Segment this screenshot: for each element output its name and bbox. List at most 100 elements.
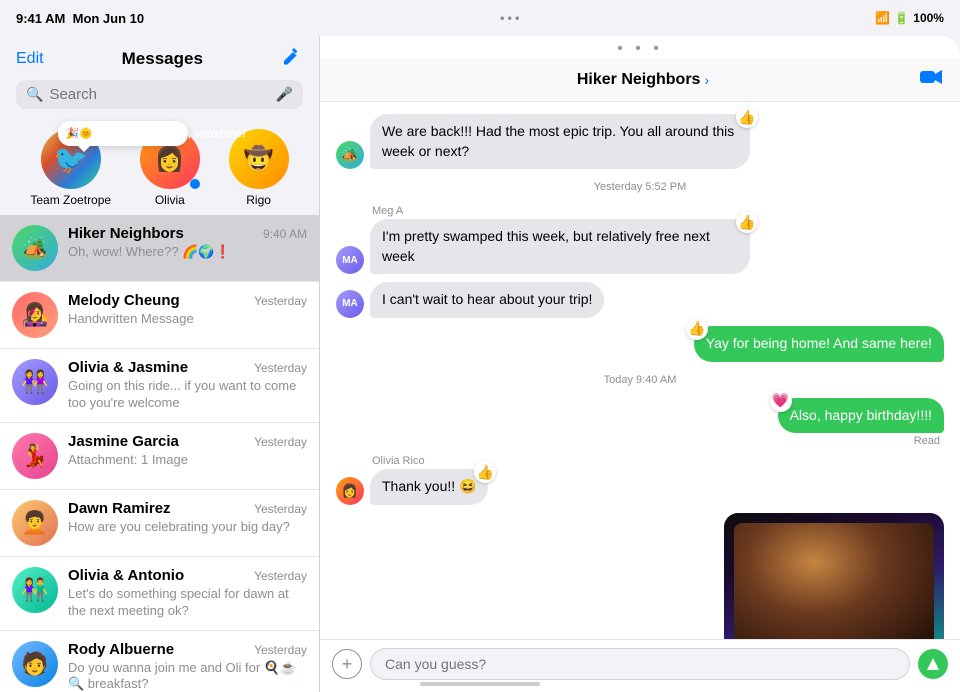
search-bar[interactable]: 🔍 🎤 — [16, 80, 303, 109]
conv-time-rody: Yesterday — [254, 643, 307, 657]
conv-name-olivia-a: Olivia & Antonio — [68, 567, 184, 584]
conv-avatar-olivia-j: 👭 — [12, 359, 58, 405]
msg-avatar-group: 🏕️ — [336, 141, 364, 169]
conv-avatar-hiker: 🏕️ — [12, 225, 58, 271]
search-icon: 🔍 — [26, 86, 43, 103]
conversation-item-jasmine[interactable]: 💃 Jasmine Garcia Yesterday Attachment: 1… — [0, 423, 319, 490]
microphone-icon: 🎤 — [276, 86, 293, 103]
sidebar-header: Edit Messages 🔍 🎤 — [0, 36, 319, 117]
home-indicator — [420, 682, 540, 686]
conv-time-melody: Yesterday — [254, 294, 307, 308]
conv-avatar-melody: 👩‍🎤 — [12, 292, 58, 338]
message-row: Also, happy birthday!!!! 💗 Read — [336, 398, 944, 448]
conv-preview-rody: Do you wanna join me and Oli for 🍳☕🔍 bre… — [68, 660, 307, 692]
chat-panel: • • • Hiker Neighbors › 🏕️ We are — [320, 36, 960, 692]
conv-content-rody: Rody Albuerne Yesterday Do you wanna joi… — [68, 641, 307, 692]
conv-preview-olivia-a: Let's do something special for dawn at t… — [68, 586, 307, 620]
conv-content-olivia-a: Olivia & Antonio Yesterday Let's do some… — [68, 567, 307, 620]
message-bubble: Yay for being home! And same here! — [694, 326, 944, 362]
reaction-icon: 👍 — [736, 211, 758, 233]
conversation-item-rody[interactable]: 🧑 Rody Albuerne Yesterday Do you wanna j… — [0, 631, 319, 692]
message-row: Olivia Rico 👩 Thank you!! 😆 👍 — [336, 455, 944, 505]
msg-avatar-olivia: 👩 — [336, 477, 364, 505]
timestamp: Yesterday 5:52 PM — [336, 181, 944, 193]
conv-content-melody: Melody Cheung Yesterday Handwritten Mess… — [68, 292, 307, 328]
reaction-icon: 👍 — [686, 318, 708, 340]
conv-avatar-dawn: 🧑‍🦱 — [12, 500, 58, 546]
send-button[interactable] — [918, 649, 948, 679]
sidebar-title-row: Edit Messages — [16, 46, 303, 72]
conversation-item-dawn[interactable]: 🧑‍🦱 Dawn Ramirez Yesterday How are you c… — [0, 490, 319, 557]
message-sender: Olivia Rico — [372, 455, 425, 467]
chat-title-area[interactable]: Hiker Neighbors › — [577, 71, 709, 89]
status-dots: • • • — [500, 11, 519, 25]
message-sender: Meg A — [372, 205, 403, 217]
message-row: Meg A MA I'm pretty swamped this week, b… — [336, 205, 944, 274]
chat-chevron-icon: › — [704, 72, 709, 88]
message-bubble: I'm pretty swamped this week, but relati… — [370, 219, 750, 274]
chat-input-area: + — [320, 639, 960, 692]
conversation-item-olivia-a[interactable]: 👫 Olivia & Antonio Yesterday Let's do so… — [0, 557, 319, 631]
status-bar: 9:41 AM Mon Jun 10 • • • 📶 🔋 100% — [0, 0, 960, 36]
message-bubble: Thank you!! 😆 — [370, 469, 488, 505]
conv-name-jasmine: Jasmine Garcia — [68, 433, 179, 450]
dots-indicator: • • • — [320, 36, 960, 58]
message-bubble: Also, happy birthday!!!! — [778, 398, 944, 434]
conv-content-dawn: Dawn Ramirez Yesterday How are you celeb… — [68, 500, 307, 536]
conversation-item-olivia-j[interactable]: 👭 Olivia & Jasmine Yesterday Going on th… — [0, 349, 319, 423]
conv-avatar-jasmine: 💃 — [12, 433, 58, 479]
pinned-contact-rigo[interactable]: 🤠 Rigo — [229, 129, 289, 207]
conv-preview-olivia-j: Going on this ride... if you want to com… — [68, 378, 307, 412]
conv-preview-hiker: Oh, wow! Where?? 🌈🌍❗️ — [68, 244, 307, 261]
conv-name-melody: Melody Cheung — [68, 292, 180, 309]
image-message — [724, 513, 944, 639]
message-row: MA I can't wait to hear about your trip! — [336, 282, 944, 318]
conversation-item-melody[interactable]: 👩‍🎤 Melody Cheung Yesterday Handwritten … — [0, 282, 319, 349]
msg-avatar-mga2: MA — [336, 290, 364, 318]
chat-header: Hiker Neighbors › — [320, 58, 960, 102]
sidebar-title: Messages — [122, 49, 203, 69]
conv-name-olivia-j: Olivia & Jasmine — [68, 359, 188, 376]
speech-bubble: 🎉🌞 What a lovely day, sunshine! — [58, 121, 188, 146]
conversation-item-hiker[interactable]: 🏕️ Hiker Neighbors 9:40 AM Oh, wow! Wher… — [0, 215, 319, 282]
message-row: 🏕️ We are back!!! Had the most epic trip… — [336, 114, 944, 169]
blue-dot-olivia — [190, 179, 200, 189]
status-time: 9:41 AM Mon Jun 10 — [16, 11, 144, 26]
wifi-icon: 📶 — [875, 11, 890, 25]
conv-preview-melody: Handwritten Message — [68, 311, 307, 328]
status-right: 📶 🔋 100% — [875, 11, 944, 25]
conv-content-jasmine: Jasmine Garcia Yesterday Attachment: 1 I… — [68, 433, 307, 469]
pinned-name-olivia: Olivia — [155, 193, 185, 207]
video-call-button[interactable] — [920, 68, 944, 91]
conv-content-olivia-j: Olivia & Jasmine Yesterday Going on this… — [68, 359, 307, 412]
conv-content-hiker: Hiker Neighbors 9:40 AM Oh, wow! Where??… — [68, 225, 307, 261]
pinned-contacts: 🐦 6 🎉🌞 What a lovely day, sunshine! Team… — [0, 117, 319, 215]
message-row-image — [336, 513, 944, 639]
pinned-name-rigo: Rigo — [246, 193, 271, 207]
chat-input[interactable] — [370, 648, 910, 680]
pinned-contact-team-zoetrope[interactable]: 🐦 6 🎉🌞 What a lovely day, sunshine! Team… — [30, 129, 111, 207]
msg-avatar-mga: MA — [336, 246, 364, 274]
chat-title: Hiker Neighbors — [577, 71, 701, 89]
sidebar: Edit Messages 🔍 🎤 🐦 6 — [0, 36, 320, 692]
reaction-icon: 👍 — [736, 106, 758, 128]
conv-time-dawn: Yesterday — [254, 502, 307, 516]
conv-time-jasmine: Yesterday — [254, 435, 307, 449]
app-container: Edit Messages 🔍 🎤 🐦 6 — [0, 36, 960, 692]
conv-preview-jasmine: Attachment: 1 Image — [68, 452, 307, 469]
search-input[interactable] — [49, 86, 269, 103]
edit-button[interactable]: Edit — [16, 50, 44, 68]
conv-time-olivia-a: Yesterday — [254, 569, 307, 583]
message-bubble: I can't wait to hear about your trip! — [370, 282, 604, 318]
conv-name-rody: Rody Albuerne — [68, 641, 174, 658]
add-attachment-button[interactable]: + — [332, 649, 362, 679]
compose-button[interactable] — [281, 46, 303, 72]
message-bubble: We are back!!! Had the most epic trip. Y… — [370, 114, 750, 169]
conv-name-dawn: Dawn Ramirez — [68, 500, 171, 517]
chat-messages: 🏕️ We are back!!! Had the most epic trip… — [320, 102, 960, 639]
conv-avatar-rody: 🧑 — [12, 641, 58, 687]
pinned-name-zoetrope: Team Zoetrope — [30, 193, 111, 207]
conv-name-hiker: Hiker Neighbors — [68, 225, 184, 242]
conv-time-hiker: 9:40 AM — [263, 227, 307, 241]
conv-avatar-olivia-a: 👫 — [12, 567, 58, 613]
